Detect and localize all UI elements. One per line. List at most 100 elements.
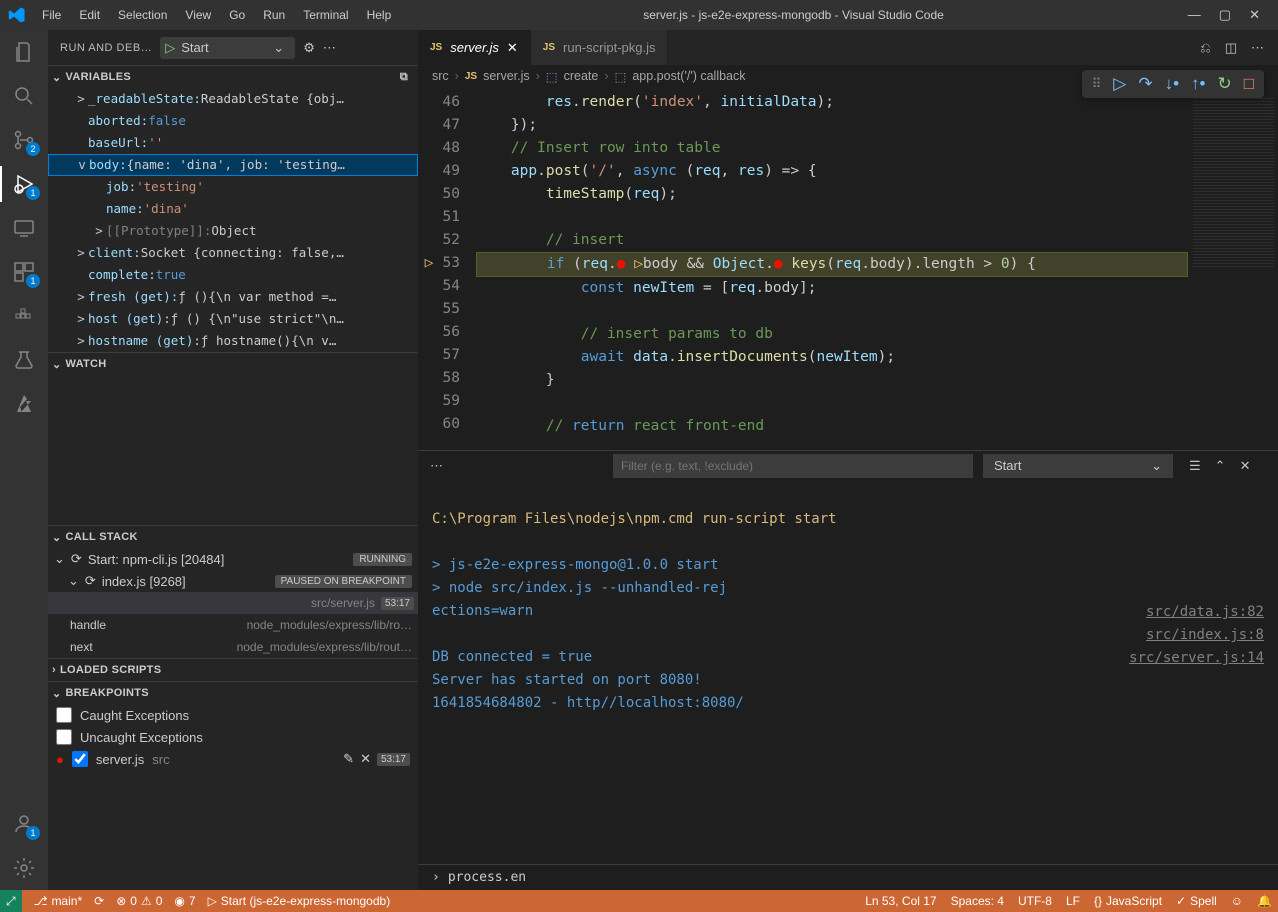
minimap[interactable] (1188, 87, 1278, 450)
variable-row[interactable]: complete: true (48, 264, 418, 286)
menu-go[interactable]: Go (221, 4, 253, 26)
stack-frame[interactable]: src/server.js53:17 (48, 592, 418, 614)
variable-row[interactable]: baseUrl: '' (48, 132, 418, 154)
step-into-icon[interactable]: ↓• (1165, 74, 1179, 94)
callstack-thread[interactable]: ⌄⟳Start: npm-cli.js [20484]RUNNING (48, 548, 418, 570)
close-icon[interactable]: ✕ (1249, 7, 1260, 23)
bp-uncaught[interactable]: Uncaught Exceptions (48, 726, 418, 748)
close-panel-icon[interactable]: ✕ (1240, 458, 1251, 474)
cursor-position[interactable]: Ln 53, Col 17 (865, 894, 936, 908)
azure-icon[interactable] (10, 390, 38, 418)
indent[interactable]: Spaces: 4 (951, 894, 1004, 908)
notifications-icon[interactable]: 🔔 (1257, 894, 1272, 908)
more-icon[interactable]: ⋯ (323, 40, 336, 56)
list-icon[interactable]: ☰ (1189, 458, 1201, 474)
feedback-icon[interactable]: ☺ (1231, 894, 1243, 908)
more-icon[interactable]: ⋯ (1251, 40, 1264, 56)
method-icon: ⬚ (615, 69, 627, 84)
bp-caught-checkbox[interactable] (56, 707, 72, 723)
remove-icon[interactable]: ✕ (360, 751, 371, 767)
close-tab-icon[interactable]: ✕ (507, 40, 518, 56)
variable-row[interactable]: >host (get): ƒ () {\n"use strict"\n… (48, 308, 418, 330)
search-icon[interactable] (10, 82, 38, 110)
collapse-icon[interactable]: ⧉ (400, 71, 414, 84)
stack-frame[interactable]: nextnode_modules/express/lib/rout… (48, 636, 418, 658)
debug-launch-select[interactable]: Start⌄ (983, 454, 1173, 478)
explorer-icon[interactable] (10, 38, 38, 66)
collapse-icon[interactable]: ⌃ (1215, 458, 1226, 474)
variable-row[interactable]: >hostname (get): ƒ hostname(){\n v… (48, 330, 418, 352)
start-debug-button[interactable]: ▷Start⌄ (160, 37, 295, 59)
variable-row[interactable]: job: 'testing' (48, 176, 418, 198)
spell[interactable]: ✓ Spell (1176, 894, 1217, 908)
debug-target[interactable]: ▷ Start (js-e2e-express-mongodb) (208, 894, 391, 908)
scm-icon[interactable]: 2 (10, 126, 38, 154)
menu-selection[interactable]: Selection (110, 4, 175, 26)
language-mode[interactable]: {} JavaScript (1094, 894, 1162, 908)
remote-explorer-icon[interactable] (10, 214, 38, 242)
continue-icon[interactable]: ▷ (1113, 74, 1126, 94)
step-out-icon[interactable]: ↑• (1191, 74, 1205, 94)
code-content[interactable]: res.render('index', initialData); }); //… (476, 87, 1188, 450)
debug-filter-input[interactable] (613, 454, 973, 478)
variable-row[interactable]: vbody: {name: 'dina', job: 'testing… (48, 154, 418, 176)
line-gutter[interactable]: 46474849505152▷5354555657585960 (418, 87, 476, 450)
js-file-icon: JS (430, 42, 442, 53)
accounts-icon[interactable]: 1 (10, 810, 38, 838)
loaded-scripts-header[interactable]: ›LOADED SCRIPTS (48, 659, 418, 681)
restart-icon[interactable]: ↻ (1217, 74, 1231, 94)
bp-file-checkbox[interactable] (72, 751, 88, 767)
encoding[interactable]: UTF-8 (1018, 894, 1052, 908)
variable-row[interactable]: >[[Prototype]]: Object (48, 220, 418, 242)
debug-sidebar: RUN AND DEB… ▷Start⌄ ⚙ ⋯ ⌄VARIABLES⧉ >_r… (48, 30, 418, 890)
bp-file[interactable]: ●server.jssrc ✎✕53:17 (48, 748, 418, 770)
variables-header[interactable]: ⌄VARIABLES⧉ (48, 66, 418, 88)
sync-button[interactable]: ⟳ (94, 894, 104, 908)
variable-row[interactable]: aborted: false (48, 110, 418, 132)
stack-frame[interactable]: handlenode_modules/express/lib/ro… (48, 614, 418, 636)
main-menu: File Edit Selection View Go Run Terminal… (34, 4, 399, 26)
settings-gear-icon[interactable] (10, 854, 38, 882)
debug-icon[interactable]: 1 (10, 170, 38, 198)
settings-gear-icon[interactable]: ⚙ (303, 40, 315, 56)
variable-row[interactable]: name: 'dina' (48, 198, 418, 220)
menu-view[interactable]: View (177, 4, 219, 26)
drag-handle-icon[interactable]: ⠿ (1092, 76, 1102, 92)
more-icon[interactable]: ⋯ (430, 458, 443, 474)
step-over-icon[interactable]: ↷ (1138, 74, 1152, 94)
extensions-icon[interactable]: 1 (10, 258, 38, 286)
bp-uncaught-checkbox[interactable] (56, 729, 72, 745)
git-branch[interactable]: ⎇ main* (34, 894, 83, 908)
menu-file[interactable]: File (34, 4, 69, 26)
debug-console-output[interactable]: C:\Program Files\nodejs\npm.cmd run-scri… (418, 481, 1278, 864)
variable-row[interactable]: >_readableState: ReadableState {obj… (48, 88, 418, 110)
minimize-icon[interactable]: — (1188, 7, 1201, 23)
variable-row[interactable]: >fresh (get): ƒ (){\n var method =… (48, 286, 418, 308)
stop-icon[interactable]: □ (1244, 74, 1254, 94)
debug-toolbar[interactable]: ⠿ ▷ ↷ ↓• ↑• ↻ □ (1082, 70, 1264, 98)
menu-terminal[interactable]: Terminal (295, 4, 356, 26)
remote-indicator[interactable]: ⤢ (0, 890, 22, 912)
compare-changes-icon[interactable]: ⎌ (1200, 40, 1210, 56)
menu-run[interactable]: Run (255, 4, 293, 26)
maximize-icon[interactable]: ▢ (1219, 7, 1231, 23)
breakpoints-header[interactable]: ⌄BREAKPOINTS (48, 682, 418, 704)
statusbar: ⤢ ⎇ main* ⟳ ⊗ 0 ⚠ 0 ◉ 7 ▷ Start (js-e2e-… (0, 890, 1278, 912)
tab-server-js[interactable]: JSserver.js✕ (418, 30, 531, 65)
bp-caught[interactable]: Caught Exceptions (48, 704, 418, 726)
tab-runscript[interactable]: JSrun-script-pkg.js (531, 30, 669, 65)
debug-repl-input[interactable]: ›process.en (418, 864, 1278, 890)
docker-icon[interactable] (10, 302, 38, 330)
ports[interactable]: ◉ 7 (174, 894, 195, 908)
menu-help[interactable]: Help (359, 4, 400, 26)
callstack-thread[interactable]: ⌄⟳index.js [9268]PAUSED ON BREAKPOINT (48, 570, 418, 592)
menu-edit[interactable]: Edit (71, 4, 108, 26)
split-editor-icon[interactable]: ◫ (1225, 40, 1237, 56)
watch-header[interactable]: ⌄WATCH (48, 353, 418, 375)
variable-row[interactable]: >client: Socket {connecting: false,… (48, 242, 418, 264)
testing-icon[interactable] (10, 346, 38, 374)
eol[interactable]: LF (1066, 894, 1080, 908)
edit-icon[interactable]: ✎ (343, 751, 354, 767)
problems[interactable]: ⊗ 0 ⚠ 0 (116, 894, 162, 908)
callstack-header[interactable]: ⌄CALL STACK (48, 526, 418, 548)
